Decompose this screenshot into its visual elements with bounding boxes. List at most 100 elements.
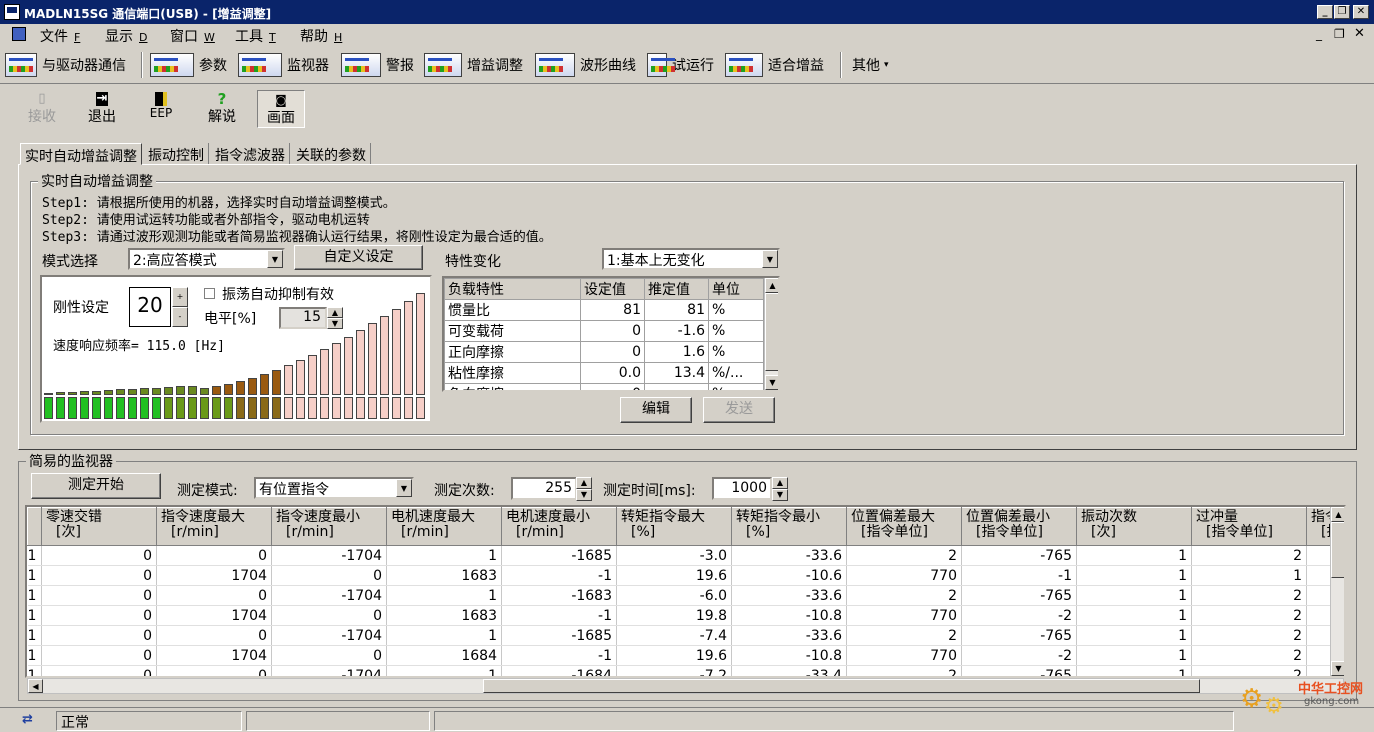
screen-button[interactable]: ◙ 画面 [257,90,305,128]
rigidity-level-cell[interactable] [116,397,125,419]
load-table-row[interactable]: 粘性摩擦 0.0 13.4 %/... [444,362,764,384]
edit-button[interactable]: 编辑 [620,397,692,423]
scroll-thumb[interactable] [1331,522,1344,578]
rigidity-level-cell[interactable] [212,397,221,419]
rigidity-level-cell[interactable] [200,397,209,419]
rigidity-level-cell[interactable] [80,397,89,419]
tab-related-params[interactable]: 关联的参数 [292,143,371,165]
menu-tools[interactable]: 工具 T [235,26,276,46]
child-minimize-button[interactable]: _ [1316,27,1322,41]
count-down-button[interactable]: ▼ [576,489,592,501]
column-header[interactable]: 位置偏差最小 [指令单位] [961,507,1077,546]
count-up-button[interactable]: ▲ [576,477,592,489]
rigidity-level-cell[interactable] [368,397,377,419]
column-header[interactable]: 转矩指令最大 [%] [616,507,732,546]
column-header[interactable]: 转矩指令最小 [%] [731,507,847,546]
rigidity-level-cell[interactable] [404,397,413,419]
measure-time-input[interactable]: 1000 [712,477,772,500]
receive-button[interactable]: ▯ 接收 [18,90,66,128]
rigidity-level-cell[interactable] [284,397,293,419]
monitor-hscrollbar[interactable]: ◀ [27,678,1344,694]
measure-count-input[interactable]: 255 [511,477,577,500]
rigidity-level-cell[interactable] [356,397,365,419]
menu-file[interactable]: 文件 F [40,26,80,46]
rigidity-level-cell[interactable] [296,397,305,419]
monitor-vscrollbar[interactable]: ▲ ▼ [1330,507,1344,676]
scroll-down-button[interactable]: ▼ [765,375,778,390]
fit-gain-button[interactable]: 适合增益 [725,50,824,80]
close-button[interactable]: ✕ [1353,5,1369,19]
load-table-scrollbar[interactable]: ▲ ▼ [764,278,778,390]
table-row[interactable]: 1 0 0 -1704 1 -1685 -7.4 -33.6 2 -765 1 2 [27,625,1344,646]
send-button[interactable]: 发送 [703,397,775,423]
rigidity-level-cell[interactable] [380,397,389,419]
rigidity-level-cell[interactable] [152,397,161,419]
menu-window[interactable]: 窗口 W [170,26,215,46]
table-row[interactable]: 1 0 1704 0 1684 -1 19.6 -10.8 770 -2 1 2 [27,645,1344,666]
menu-view[interactable]: 显示 D [105,26,147,46]
time-up-button[interactable]: ▲ [772,477,788,489]
rigidity-level-cell[interactable] [248,397,257,419]
rigidity-level-cell[interactable] [320,397,329,419]
load-table-row[interactable]: 惯量比 81 81% [444,299,764,321]
time-down-button[interactable]: ▼ [772,489,788,501]
rigidity-level-cell[interactable] [308,397,317,419]
column-header[interactable]: 振动次数 [次] [1076,507,1192,546]
scroll-up-button[interactable]: ▲ [765,278,778,293]
rigidity-level-cell[interactable] [140,397,149,419]
gain-button[interactable]: 增益调整 [424,50,523,80]
rigidity-level-cell[interactable] [104,397,113,419]
child-close-button[interactable]: ✕ [1354,26,1365,41]
rigidity-level-cell[interactable] [416,397,425,419]
table-row[interactable]: 1 0 0 -1704 1 -1684 -7.2 -33.4 2 -765 1 2 [27,665,1344,676]
rigidity-level-cell[interactable] [56,397,65,419]
tab-realtime-auto-gain[interactable]: 实时自动增益调整 [20,143,142,165]
scroll-thumb[interactable] [765,293,778,371]
column-header[interactable]: 过冲量 [指令单位] [1191,507,1307,546]
rigidity-level-cell[interactable] [224,397,233,419]
monitor-button[interactable]: 监视器 [238,50,329,80]
column-header[interactable]: 指令速度最小 [r/min] [271,507,387,546]
rigidity-level-cell[interactable] [272,397,281,419]
rigidity-level-cell[interactable] [44,397,53,419]
rigidity-level-cell[interactable] [68,397,77,419]
table-row[interactable]: 1 0 1704 0 1683 -1 19.6 -10.6 770 -1 1 1 [27,565,1344,586]
table-row[interactable]: 1 0 0 -1704 1 -1683 -6.0 -33.6 2 -765 1 2 [27,585,1344,606]
rigidity-level-cell[interactable] [176,397,185,419]
column-header[interactable]: 位置偏差最大 [指令单位] [846,507,962,546]
restore-button[interactable]: ❐ [1334,5,1350,19]
tab-vibration-control[interactable]: 振动控制 [144,143,209,165]
load-table-row[interactable]: 正向摩擦 0 1.6% [444,341,764,363]
column-header[interactable]: 电机速度最小 [r/min] [501,507,617,546]
column-header[interactable]: 电机速度最大 [r/min] [386,507,502,546]
trial-run-button[interactable]: 试运行 [647,50,714,80]
child-restore-button[interactable]: ❐ [1334,27,1345,41]
rigidity-level-cell[interactable] [236,397,245,419]
scroll-left-button[interactable]: ◀ [28,679,43,693]
table-row[interactable]: 1 0 1704 0 1683 -1 19.8 -10.8 770 -2 1 2 [27,605,1344,626]
child-window-icon[interactable] [12,27,26,41]
table-row[interactable]: 1 0 0 -1704 1 -1685 -3.0 -33.6 2 -765 1 2 [27,545,1344,566]
help-button[interactable]: ? 解说 [198,90,246,128]
comm-button[interactable]: 与驱动器通信 [5,50,126,80]
column-header[interactable]: 指令速度最大 [r/min] [156,507,272,546]
rigidity-level-cell[interactable] [164,397,173,419]
params-button[interactable]: 参数 [150,50,227,80]
exit-button[interactable]: ⇥ 退出 [78,90,126,128]
start-measure-button[interactable]: 测定开始 [31,473,161,499]
rigidity-level-cell[interactable] [260,397,269,419]
scroll-up-button[interactable]: ▲ [1331,507,1344,522]
column-header[interactable]: 零速交错 [次] [41,507,157,546]
rigidity-level-cell[interactable] [332,397,341,419]
measure-mode-select[interactable]: 有位置指令 ▼ [254,477,414,499]
eep-button[interactable]: EEP [137,90,185,128]
rigidity-level-cell[interactable] [92,397,101,419]
app-icon[interactable] [4,4,20,20]
minimize-button[interactable]: _ [1317,5,1333,19]
tab-command-filter[interactable]: 指令滤波器 [211,143,290,165]
rigidity-level-cell[interactable] [344,397,353,419]
characteristic-select[interactable]: 1:基本上无变化 ▼ [602,248,780,270]
menu-help[interactable]: 帮助 H [300,26,342,46]
hscroll-thumb[interactable] [483,679,1200,693]
rigidity-level-cell[interactable] [128,397,137,419]
